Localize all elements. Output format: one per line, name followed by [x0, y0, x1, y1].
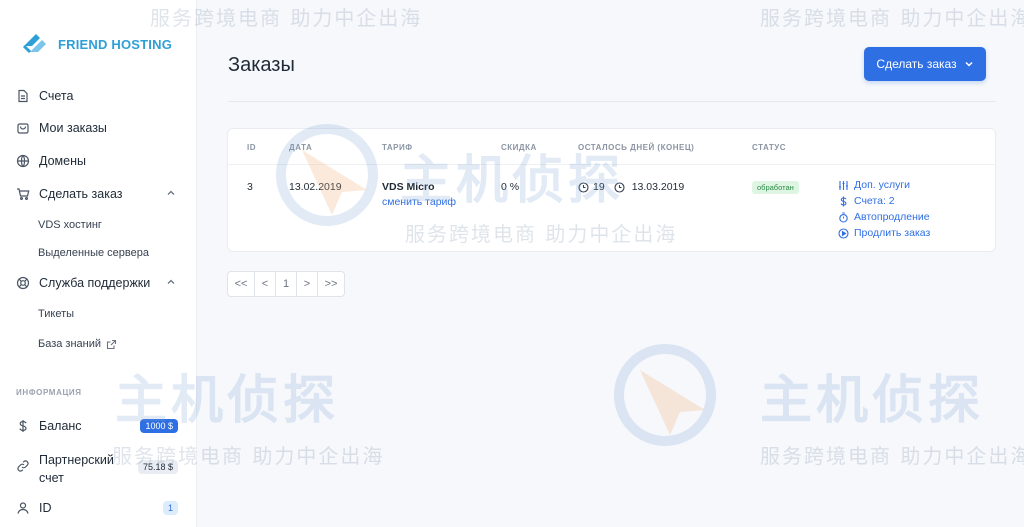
- col-header-date: ДАТА: [289, 143, 313, 152]
- header-divider: [228, 101, 996, 102]
- col-header-discount: СКИДКА: [501, 143, 537, 152]
- col-header-tariff: ТАРИФ: [382, 143, 413, 152]
- chevron-down-icon: [965, 61, 973, 67]
- play-circle-icon: [838, 227, 849, 239]
- clock-icon: [614, 181, 625, 193]
- sidebar-item-label: ID: [39, 501, 52, 515]
- action-label: Продлить заказ: [854, 227, 931, 239]
- cell-date: 13.02.2019: [289, 181, 342, 193]
- sidebar-item-label: Сделать заказ: [39, 187, 123, 201]
- chevron-up-icon[interactable]: [165, 276, 177, 288]
- col-header-days-left: ОСТАЛОСЬ ДНЕЙ (КОНЕЦ): [578, 143, 695, 152]
- chevron-up-icon[interactable]: [165, 187, 177, 199]
- page-title: Заказы: [228, 54, 295, 76]
- globe-icon: [16, 154, 30, 168]
- balance-badge: 1000 $: [140, 419, 178, 433]
- link-icon: [16, 459, 30, 473]
- sidebar-item-partner-account[interactable]: Партнерский счет: [16, 451, 114, 487]
- make-order-label: Сделать заказ: [876, 57, 957, 71]
- brand-logo[interactable]: FRIEND HOSTING: [20, 28, 172, 60]
- action-label: Счета: 2: [854, 195, 895, 207]
- table-header-divider: [228, 164, 995, 165]
- cart-icon: [16, 187, 30, 201]
- external-link-icon: [106, 339, 117, 349]
- cell-id: 3: [247, 181, 253, 193]
- cell-days-left: 19 13.03.2019: [578, 181, 684, 193]
- col-header-status: СТАТУС: [752, 143, 786, 152]
- autorenew-link[interactable]: Автопродление: [838, 211, 930, 223]
- watermark-globe-icon: [614, 344, 716, 446]
- logo-icon: [22, 34, 46, 54]
- sidebar-item-label: Служба поддержки: [39, 276, 151, 290]
- watermark-text: 服务跨境电商 助力中企出海: [760, 444, 1024, 468]
- sidebar-item-label: Партнерский счет: [39, 453, 114, 485]
- cell-discount: 0 %: [501, 181, 520, 193]
- lifebuoy-icon: [16, 276, 30, 290]
- dollar-icon: [838, 196, 849, 207]
- dollar-icon: [16, 419, 30, 433]
- partner-badge: 75.18 $: [137, 460, 178, 474]
- cell-tariff: VDS Micro: [382, 181, 435, 193]
- invoices-link[interactable]: Счета: 2: [838, 195, 895, 207]
- sidebar-item-label: Домены: [39, 154, 86, 168]
- change-tariff-link[interactable]: сменить тариф: [382, 196, 456, 208]
- info-section-title: ИНФОРМАЦИЯ: [16, 388, 82, 397]
- page-1-button[interactable]: 1: [275, 271, 297, 297]
- status-badge: обработан: [752, 181, 799, 194]
- pagination: << < 1 > >>: [227, 271, 345, 297]
- sidebar-subitem-tickets[interactable]: Тикеты: [38, 308, 74, 320]
- sidebar-item-make-order[interactable]: Сделать заказ: [16, 187, 181, 201]
- clock-icon: [578, 181, 589, 193]
- sidebar-subitem-dedicated[interactable]: Выделенные сервера: [38, 247, 149, 259]
- days-left-value: 19: [593, 181, 605, 193]
- sliders-icon: [838, 180, 849, 191]
- id-badge: 1: [162, 501, 178, 515]
- watermark-text: 服务跨境电商 助力中企出海: [760, 6, 1024, 30]
- sidebar-item-label: Баланс: [39, 419, 82, 433]
- sidebar-item-label: Счета: [39, 89, 74, 103]
- page-next-button[interactable]: >: [296, 271, 318, 297]
- sidebar-item-invoices[interactable]: Счета: [16, 89, 181, 103]
- watermark-logo-text: 主机侦探: [760, 371, 985, 431]
- action-label: Доп. услуги: [854, 179, 911, 191]
- sidebar: FRIEND HOSTING Счета Мои заказы Домены С…: [0, 0, 197, 527]
- sidebar-item-id[interactable]: ID: [16, 501, 181, 515]
- sidebar-item-my-orders[interactable]: Мои заказы: [16, 121, 181, 135]
- action-label: Автопродление: [854, 211, 930, 223]
- bag-icon: [16, 121, 30, 135]
- renew-order-link[interactable]: Продлить заказ: [838, 227, 930, 239]
- page-prev-button[interactable]: <: [254, 271, 276, 297]
- sidebar-item-label: Мои заказы: [39, 121, 107, 135]
- file-icon: [16, 89, 30, 103]
- sidebar-subitem-knowledge-base[interactable]: База знаний: [38, 338, 117, 350]
- brand-name: FRIEND HOSTING: [58, 36, 173, 52]
- sidebar-subitem-label: База знаний: [38, 338, 102, 350]
- sidebar-item-domains[interactable]: Домены: [16, 154, 181, 168]
- page-last-button[interactable]: >>: [317, 271, 345, 297]
- make-order-button[interactable]: Сделать заказ: [864, 47, 986, 81]
- sidebar-item-support[interactable]: Служба поддержки: [16, 276, 181, 290]
- user-icon: [16, 501, 30, 515]
- end-date-value: 13.03.2019: [631, 181, 685, 193]
- sidebar-subitem-vds[interactable]: VDS хостинг: [38, 219, 102, 231]
- orders-table: ID ДАТА ТАРИФ СКИДКА ОСТАЛОСЬ ДНЕЙ (КОНЕ…: [227, 128, 996, 252]
- extra-services-link[interactable]: Доп. услуги: [838, 179, 910, 191]
- page-first-button[interactable]: <<: [227, 271, 255, 297]
- timer-icon: [838, 211, 849, 223]
- col-header-id: ID: [247, 143, 256, 152]
